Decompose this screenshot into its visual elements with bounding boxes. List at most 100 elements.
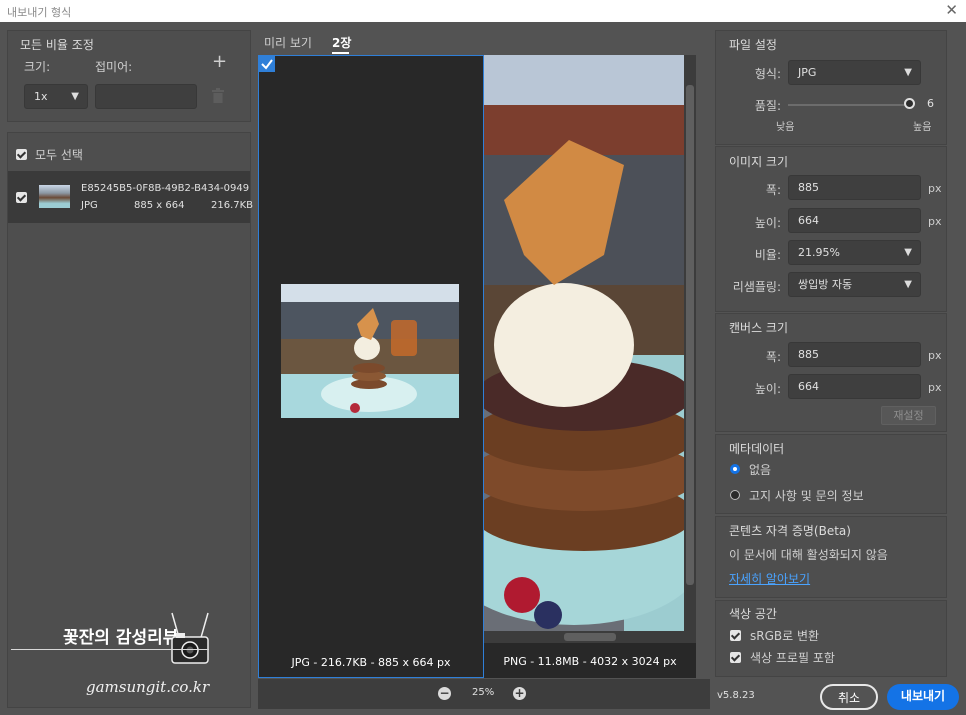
export-button[interactable]: 내보내기 (887, 684, 959, 710)
asset-row[interactable]: E85245B5-0F8B-49B2-B434-0949 JPG 885 x 6… (8, 171, 254, 223)
quality-high-label: 높음 (913, 122, 932, 133)
zoom-out-button[interactable]: − (438, 687, 451, 700)
image-width-label: 폭: (765, 183, 781, 197)
camera-icon (171, 612, 209, 664)
image-size-panel: 이미지 크기 폭: 885 px 높이: 664 px 비율: 21.95% ▼… (715, 146, 947, 312)
chevron-down-icon: ▼ (904, 247, 912, 258)
ratio-label: 비율: (754, 248, 781, 262)
ratio-value: 21.95% (798, 246, 840, 259)
credentials-status: 이 문서에 대해 활성화되지 않음 (729, 548, 888, 562)
file-settings-panel: 파일 설정 형식: JPG ▼ 품질: 6 낮음 높음 (715, 30, 947, 145)
chevron-down-icon: ▼ (904, 67, 912, 78)
embed-profile-label: 색상 프로필 포함 (750, 651, 835, 665)
embed-profile-checkbox[interactable] (730, 652, 741, 663)
srgb-checkbox[interactable] (730, 630, 741, 641)
metadata-none-label: 없음 (749, 463, 772, 477)
tab-two-up[interactable]: 2장 (332, 34, 351, 51)
select-all-checkbox[interactable] (16, 149, 27, 160)
size-label: 크기: (24, 60, 51, 74)
version-label: v5.8.23 (717, 690, 755, 701)
metadata-copyright-radio[interactable] (730, 490, 740, 500)
preview-image-large (484, 55, 696, 631)
suffix-input[interactable] (95, 84, 197, 109)
window-title: 내보내기 형식 (7, 6, 72, 19)
color-space-title: 색상 공간 (729, 607, 777, 621)
preview-left-pane[interactable]: JPG - 216.7KB - 885 x 664 px (258, 55, 484, 678)
scale-select[interactable]: 1x ▼ (24, 84, 88, 109)
learn-more-link[interactable]: 자세히 알아보기 (729, 570, 810, 587)
metadata-title: 메타데이터 (729, 442, 785, 456)
metadata-copyright-label: 고지 사항 및 문의 정보 (749, 489, 864, 503)
ratio-select[interactable]: 21.95% ▼ (788, 240, 921, 265)
format-select[interactable]: JPG ▼ (788, 60, 921, 85)
image-size-title: 이미지 크기 (729, 155, 789, 169)
canvas-height-unit: px (928, 381, 942, 394)
checkmark-icon (261, 59, 273, 70)
close-icon[interactable]: ✕ (945, 1, 958, 19)
canvas-width-input[interactable]: 885 (788, 342, 921, 367)
canvas-size-panel: 캔버스 크기 폭: 885 px 높이: 664 px 재설정 (715, 313, 947, 432)
watermark-brand: 꽃잔의 감성리뷰 (63, 628, 179, 648)
preview-left-caption: JPG - 216.7KB - 885 x 664 px (291, 656, 451, 669)
credentials-panel: 콘텐츠 자격 증명(Beta) 이 문서에 대해 활성화되지 않음 자세히 알아… (715, 516, 947, 598)
srgb-label: sRGB로 변환 (750, 629, 820, 643)
cancel-button[interactable]: 취소 (820, 684, 878, 710)
canvas-width-unit: px (928, 349, 942, 362)
chevron-down-icon: ▼ (71, 91, 79, 102)
add-scale-button[interactable]: + (212, 51, 227, 72)
watermark-rule (11, 649, 209, 650)
metadata-none-radio[interactable] (730, 464, 740, 474)
asset-checkbox[interactable] (16, 192, 27, 203)
scale-value: 1x (34, 90, 48, 103)
preview-image-small (281, 284, 459, 418)
format-value: JPG (798, 66, 817, 79)
preview-selected-check (259, 56, 275, 72)
quality-slider-knob[interactable] (903, 98, 915, 109)
scale-title: 모든 비율 조정 (20, 38, 94, 52)
canvas-height-input[interactable]: 664 (788, 374, 921, 399)
quality-low-label: 낮음 (776, 122, 795, 133)
vertical-scrollbar[interactable] (684, 55, 696, 631)
watermark-site: gamsungit.co.kr (86, 678, 210, 696)
resample-select[interactable]: 쌍입방 자동 ▼ (788, 272, 921, 297)
title-bar: 내보내기 형식 ✕ (0, 0, 966, 22)
metadata-panel: 메타데이터 없음 고지 사항 및 문의 정보 (715, 434, 947, 514)
color-space-panel: 색상 공간 sRGB로 변환 색상 프로필 포함 (715, 600, 947, 677)
trash-icon[interactable] (211, 88, 225, 104)
preview-right-pane[interactable]: PNG - 11.8MB - 4032 x 3024 px (484, 55, 696, 678)
quality-label: 품질: (754, 99, 781, 113)
format-label: 형식: (754, 67, 781, 81)
zoom-bar: − 25% + (258, 679, 710, 709)
canvas-height-label: 높이: (754, 382, 781, 396)
asset-size: 216.7KB (211, 200, 254, 211)
image-height-unit: px (928, 215, 942, 228)
tab-underline (332, 52, 349, 54)
asset-thumbnail (39, 185, 70, 208)
image-width-input[interactable]: 885 (788, 175, 921, 200)
image-height-label: 높이: (754, 216, 781, 230)
file-settings-title: 파일 설정 (729, 38, 777, 52)
horizontal-scrollbar[interactable] (484, 631, 696, 643)
resample-label: 리샘플링: (732, 280, 781, 294)
reset-button[interactable]: 재설정 (881, 406, 936, 425)
zoom-level: 25% (472, 687, 495, 698)
horizontal-scrollbar-thumb[interactable] (564, 633, 616, 641)
scale-panel: 모든 비율 조정 크기: 접미어: + 1x ▼ (7, 30, 251, 122)
image-height-input[interactable]: 664 (788, 208, 921, 233)
quality-value: 6 (927, 97, 934, 110)
asset-format: JPG (81, 200, 98, 211)
suffix-label: 접미어: (95, 60, 133, 74)
asset-dims: 885 x 664 (134, 200, 185, 211)
preview-right-caption: PNG - 11.8MB - 4032 x 3024 px (503, 655, 677, 668)
image-width-unit: px (928, 182, 942, 195)
canvas-width-label: 폭: (765, 350, 781, 364)
select-all-label: 모두 선택 (35, 148, 83, 162)
quality-slider-track[interactable] (788, 104, 914, 106)
canvas-size-title: 캔버스 크기 (729, 321, 789, 335)
vertical-scrollbar-thumb[interactable] (686, 85, 694, 585)
resample-value: 쌍입방 자동 (798, 278, 853, 291)
zoom-in-button[interactable]: + (513, 687, 526, 700)
asset-list-panel: 모두 선택 E85245B5-0F8B-49B2-B434-0949 JPG 8… (7, 132, 254, 708)
credentials-title: 콘텐츠 자격 증명(Beta) (729, 524, 851, 538)
tab-preview[interactable]: 미리 보기 (264, 34, 312, 51)
